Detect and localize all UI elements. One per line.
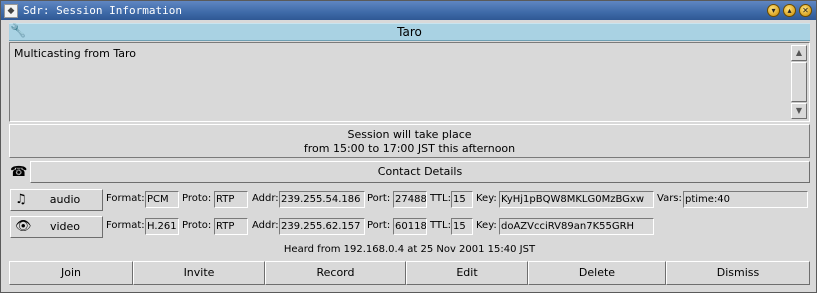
session-information-window: ◆ Sdr: Session Information ▾ ▴ ✕ Taro 🔧 … xyxy=(0,0,817,293)
scroll-up-arrow-icon[interactable]: ▲ xyxy=(791,45,807,61)
title-bar[interactable]: ◆ Sdr: Session Information ▾ ▴ ✕ xyxy=(1,1,816,20)
telephone-icon: ☎ xyxy=(10,164,28,180)
action-button-bar: Join Invite Record Edit Delete Dismiss xyxy=(9,261,810,285)
session-times: Session will take place from 15:00 to 17… xyxy=(9,124,810,158)
addr-field: 239.255.54.186 xyxy=(279,191,365,208)
vars-field: ptime:40 xyxy=(683,191,808,208)
media-name: audio xyxy=(49,193,81,206)
session-name-header: Taro xyxy=(9,23,810,41)
music-note-icon: ♫ xyxy=(15,192,27,207)
close-icon[interactable]: ✕ xyxy=(799,4,812,17)
ttl-label: TTL: xyxy=(430,193,451,204)
media-row-audio: ♫ audio Format: PCM Proto: RTP Addr: 239… xyxy=(10,189,810,211)
media-name: video xyxy=(49,220,81,233)
ttl-field: 15 xyxy=(451,191,473,208)
format-field: PCM xyxy=(145,191,179,208)
proto-label: Proto: xyxy=(182,193,212,204)
description-scrollbar[interactable]: ▲ ▼ xyxy=(791,45,807,119)
maximize-icon[interactable]: ▴ xyxy=(783,4,796,17)
vars-label: Vars: xyxy=(657,193,682,204)
window-title: Sdr: Session Information xyxy=(23,4,182,17)
format-label: Format: xyxy=(106,193,145,204)
key-label: Key: xyxy=(476,193,497,204)
media-row-video: 👁 video Format: H.261 Proto: RTP Addr: 2… xyxy=(10,216,810,238)
video-button[interactable]: 👁 video xyxy=(10,216,103,238)
proto-label: Proto: xyxy=(182,220,212,231)
addr-label: Addr: xyxy=(252,193,279,204)
scroll-down-arrow-icon[interactable]: ▼ xyxy=(791,103,807,119)
port-field: 60118 xyxy=(393,218,427,235)
key-field: doAZVcciRV89an7K55GRH xyxy=(499,218,654,235)
port-field: 27488 xyxy=(393,191,427,208)
edit-button[interactable]: Edit xyxy=(406,261,528,285)
time-line-1: Session will take place xyxy=(347,128,472,141)
window-menu-icon[interactable]: ◆ xyxy=(4,3,18,18)
key-label: Key: xyxy=(476,220,497,231)
addr-field: 239.255.62.157 xyxy=(279,218,365,235)
time-line-2: from 15:00 to 17:00 JST this afternoon xyxy=(303,142,516,155)
proto-field: RTP xyxy=(214,218,248,235)
description-text: Multicasting from Taro xyxy=(14,47,136,60)
port-label: Port: xyxy=(367,193,391,204)
audio-button[interactable]: ♫ audio xyxy=(10,189,103,211)
delete-button[interactable]: Delete xyxy=(528,261,666,285)
minimize-icon[interactable]: ▾ xyxy=(767,4,780,17)
ttl-label: TTL: xyxy=(430,220,451,231)
proto-field: RTP xyxy=(214,191,248,208)
dismiss-button[interactable]: Dismiss xyxy=(666,261,810,285)
invite-button[interactable]: Invite xyxy=(133,261,265,285)
contact-details-button[interactable]: Contact Details xyxy=(30,161,810,183)
wrench-icon[interactable]: 🔧 xyxy=(10,24,26,40)
join-button[interactable]: Join xyxy=(9,261,133,285)
port-label: Port: xyxy=(367,220,391,231)
format-label: Format: xyxy=(106,220,145,231)
scroll-thumb[interactable] xyxy=(791,62,807,102)
ttl-field: 15 xyxy=(451,218,473,235)
heard-from-text: Heard from 192.168.0.4 at 25 Nov 2001 15… xyxy=(283,244,536,255)
eye-icon: 👁 xyxy=(15,219,32,234)
format-field: H.261 xyxy=(145,218,179,235)
addr-label: Addr: xyxy=(252,220,279,231)
key-field: KyHj1pBQW8MKLG0MzBGxw xyxy=(499,191,654,208)
session-description: Multicasting from Taro ▲ ▼ xyxy=(9,42,810,122)
record-button[interactable]: Record xyxy=(265,261,406,285)
